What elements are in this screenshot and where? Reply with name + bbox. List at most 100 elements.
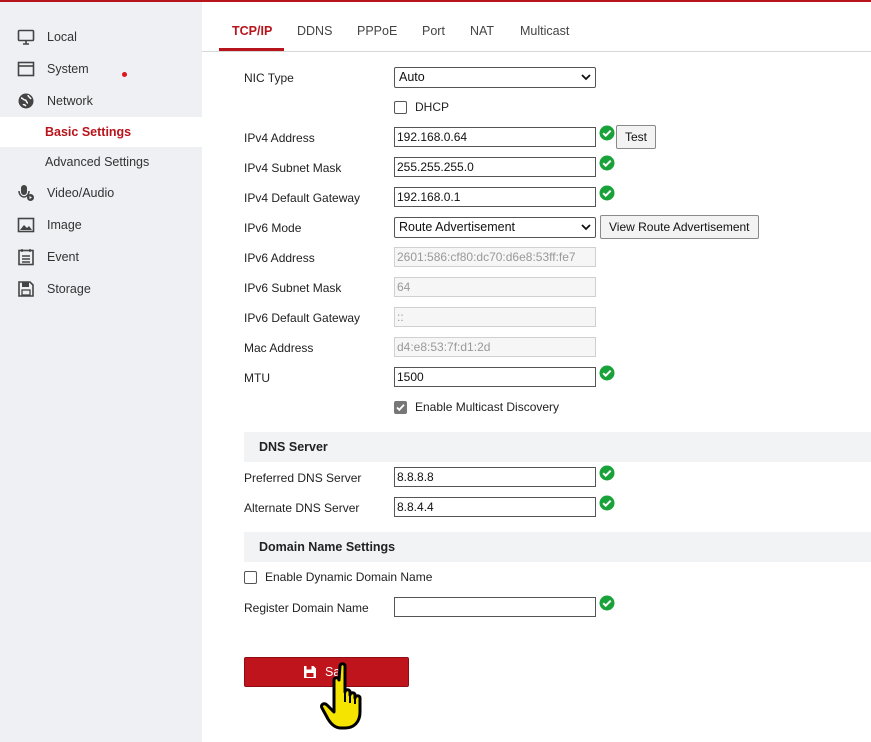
alternate-dns-label: Alternate DNS Server [244,501,360,515]
dhcp-checkbox[interactable] [394,101,407,114]
window-icon [17,60,35,78]
ipv6-mode-select[interactable]: Route Advertisement [394,217,596,238]
sidebar-item-storage[interactable]: Storage [0,274,202,304]
ipv6-subnet-input: 64 [394,277,596,297]
notification-dot [122,72,127,77]
dynamic-domain-checkbox[interactable] [244,571,257,584]
ipv6-address-row: IPv6 Address 2601:586:cf80:dc70:d6e8:53f… [244,247,864,269]
sidebar-item-system[interactable]: System [0,54,202,84]
monitor-icon [17,28,35,46]
globe-icon [17,92,35,110]
valid-check-icon [599,125,615,141]
tab-multicast[interactable]: Multicast [520,24,569,38]
hand-pointer-icon [320,662,362,730]
ipv4-subnet-label: IPv4 Subnet Mask [244,161,342,175]
sidebar-item-basic-settings[interactable]: Basic Settings [0,117,202,147]
sidebar-item-label: Storage [47,282,91,296]
tab-nat[interactable]: NAT [470,24,494,38]
valid-check-icon [599,465,615,481]
dns-section-header: DNS Server [244,432,871,462]
chevron-down-icon [581,221,591,235]
checkmark-icon [396,404,405,412]
sidebar-item-label: Video/Audio [47,186,115,200]
valid-check-icon [599,495,615,511]
valid-check-icon [599,185,615,201]
image-icon [17,216,35,234]
ipv4-subnet-input[interactable]: 255.255.255.0 [394,157,596,177]
ipv4-address-input[interactable]: 192.168.0.64 [394,127,596,147]
ipv4-gateway-label: IPv4 Default Gateway [244,191,361,205]
sidebar-item-label: Image [47,218,82,232]
ipv4-subnet-row: IPv4 Subnet Mask 255.255.255.0 [244,155,864,179]
top-accent-line [0,0,871,2]
nic-type-label: NIC Type [244,71,294,85]
view-route-advertisement-button[interactable]: View Route Advertisement [600,215,759,239]
tab-ddns[interactable]: DDNS [297,24,332,38]
preferred-dns-input[interactable]: 8.8.8.8 [394,467,596,487]
multicast-discovery-checkbox[interactable] [394,401,407,414]
mac-address-label: Mac Address [244,341,314,355]
sidebar-item-advanced-settings[interactable]: Advanced Settings [0,147,202,177]
nic-type-select[interactable]: Auto [394,67,596,88]
preferred-dns-label: Preferred DNS Server [244,471,362,485]
sidebar: Local System Network Basic Settings Adva… [0,0,202,742]
sidebar-item-label: Advanced Settings [45,155,150,169]
tab-tcp-ip[interactable]: TCP/IP [232,24,272,38]
register-domain-row: Register Domain Name [244,595,864,619]
mac-address-input: d4:e8:53:7f:d1:2d [394,337,596,357]
sidebar-item-label: Network [47,94,93,108]
ipv6-address-label: IPv6 Address [244,251,315,265]
ipv6-gateway-input: :: [394,307,596,327]
test-button[interactable]: Test [616,125,657,149]
valid-check-icon [599,365,615,381]
sidebar-item-network[interactable]: Network [0,86,202,116]
nic-type-value: Auto [399,70,425,84]
mac-address-row: Mac Address d4:e8:53:7f:d1:2d [244,337,864,359]
floppy-disk-icon [17,280,35,298]
valid-check-icon [599,595,615,611]
dynamic-domain-label: Enable Dynamic Domain Name [265,570,433,584]
tab-bar: TCP/IP DDNS PPPoE Port NAT Multicast [202,0,871,52]
ipv6-gateway-row: IPv6 Default Gateway :: [244,307,864,329]
domain-section-header: Domain Name Settings [244,532,871,562]
mtu-label: MTU [244,371,270,385]
dhcp-label: DHCP [415,100,450,114]
ipv6-mode-label: IPv6 Mode [244,221,302,235]
sidebar-item-local[interactable]: Local [0,22,202,52]
domain-section-title: Domain Name Settings [259,540,396,554]
multicast-discovery-label: Enable Multicast Discovery [415,400,560,414]
sidebar-item-label: Local [47,30,77,44]
tab-port[interactable]: Port [422,24,445,38]
dns-section-title: DNS Server [259,440,328,454]
sidebar-item-event[interactable]: Event [0,242,202,272]
register-domain-label: Register Domain Name [244,601,369,615]
ipv4-gateway-input[interactable]: 192.168.0.1 [394,187,596,207]
ipv6-subnet-label: IPv6 Subnet Mask [244,281,342,295]
ipv6-subnet-row: IPv6 Subnet Mask 64 [244,277,864,299]
sidebar-item-label: Event [47,250,79,264]
alternate-dns-row: Alternate DNS Server 8.8.4.4 [244,495,864,519]
ipv6-address-input: 2601:586:cf80:dc70:d6e8:53ff:fe7 [394,247,596,267]
sidebar-item-image[interactable]: Image [0,210,202,240]
ipv4-address-label: IPv4 Address [244,131,315,145]
ipv6-mode-row: IPv6 Mode Route Advertisement View Route… [244,215,864,239]
ipv6-mode-value: Route Advertisement [399,220,516,234]
mtu-row: MTU 1500 [244,365,864,389]
sidebar-item-video-audio[interactable]: Video/Audio [0,178,202,208]
ipv4-gateway-row: IPv4 Default Gateway 192.168.0.1 [244,185,864,209]
tab-pppoe[interactable]: PPPoE [357,24,397,38]
mtu-input[interactable]: 1500 [394,367,596,387]
sidebar-item-label: System [47,62,89,76]
register-domain-input[interactable] [394,597,596,617]
sidebar-item-label: Basic Settings [45,125,132,139]
calendar-list-icon [17,248,35,266]
alternate-dns-input[interactable]: 8.8.4.4 [394,497,596,517]
active-tab-indicator [219,48,284,51]
ipv4-address-row: IPv4 Address 192.168.0.64 Test [244,125,864,149]
valid-check-icon [599,155,615,171]
chevron-down-icon [581,71,591,85]
nic-type-row: NIC Type Auto [244,67,864,89]
microphone-camera-icon [17,184,35,202]
floppy-disk-icon [303,665,317,682]
ipv6-gateway-label: IPv6 Default Gateway [244,311,361,325]
